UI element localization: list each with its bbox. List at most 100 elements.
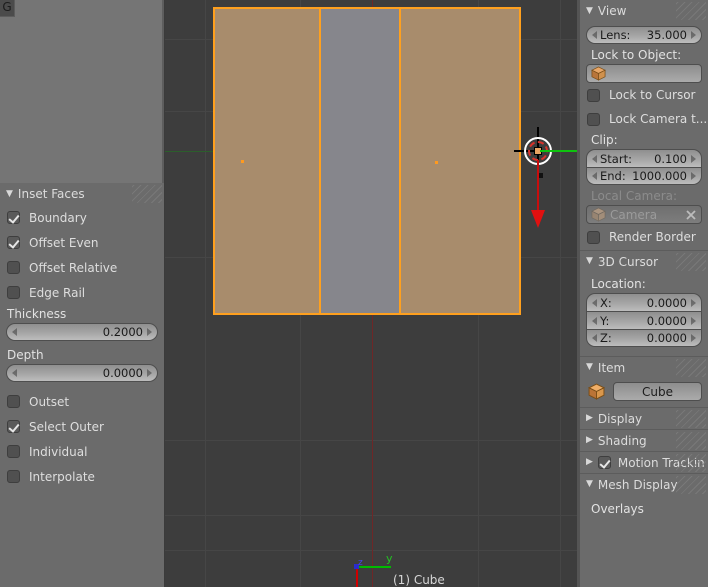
chevron-down-icon: ▼ [586, 479, 593, 489]
panel-title: View [597, 4, 627, 18]
checkbox-individual[interactable] [7, 445, 20, 458]
cursor-y-label: Y: [600, 313, 610, 328]
checkbox-outset[interactable] [7, 395, 20, 408]
cube-mesh[interactable] [213, 7, 521, 315]
location-label: Location: [591, 277, 646, 291]
checkbox-row-edge-rail[interactable]: Edge Rail [0, 280, 164, 305]
cursor-y-field[interactable]: Y: 0.0000 [586, 311, 702, 329]
clip-end-value: 1000.000 [632, 169, 687, 183]
cube-icon [591, 66, 606, 81]
thickness-label: Thickness [7, 307, 67, 321]
checkbox-row-offset-even[interactable]: Offset Even [0, 230, 164, 255]
3d-viewport[interactable]: y z (1) Cube [165, 0, 580, 587]
gizmo-label-y: y [386, 552, 393, 565]
checkbox-row-select-outer[interactable]: Select Outer [0, 414, 164, 439]
chevron-left-icon[interactable] [592, 334, 597, 342]
checkbox-row-lock-to-cursor[interactable]: Lock to Cursor [580, 83, 708, 107]
chevron-right-icon: ▶ [586, 413, 593, 423]
checkbox-select-outer[interactable] [7, 420, 20, 433]
checkbox-label: Boundary [29, 210, 87, 225]
chevron-left-icon[interactable] [592, 316, 597, 325]
panel-header-item[interactable]: ▼ Item [580, 356, 708, 378]
lock-to-object-label: Lock to Object: [591, 48, 682, 62]
close-icon[interactable] [685, 209, 697, 221]
chevron-left-icon[interactable] [592, 154, 597, 163]
checkbox-row-boundary[interactable]: Boundary [0, 205, 164, 230]
thickness-slider[interactable]: 0.2000 [6, 323, 158, 341]
checkbox-lock-camera[interactable] [587, 112, 600, 126]
checkbox-label: Render Border [609, 230, 696, 244]
panel-header-motion-tracking[interactable]: ▶ Motion Trackin [580, 451, 708, 473]
cursor-x-field[interactable]: X: 0.0000 [586, 293, 702, 311]
checkbox-offset-even[interactable] [7, 236, 20, 249]
checkbox-label: Interpolate [29, 469, 95, 484]
chevron-right-icon[interactable] [147, 328, 152, 336]
cursor-z-value: 0.0000 [646, 331, 687, 345]
checkbox-label: Lock Camera t... [609, 112, 708, 126]
toolbar-empty-area [4, 4, 164, 182]
cursor-x-value: 0.0000 [646, 295, 687, 310]
local-camera-field[interactable]: Camera [586, 205, 702, 224]
chevron-left-icon[interactable] [12, 369, 17, 377]
grid-line [560, 0, 561, 587]
chevron-down-icon: ▼ [586, 362, 593, 372]
checkbox-row-lock-camera[interactable]: Lock Camera t... [580, 107, 708, 131]
panel-header-mesh-display[interactable]: ▼ Mesh Display [580, 473, 708, 495]
checkbox-offset-relative[interactable] [7, 261, 20, 274]
checkbox-interpolate[interactable] [7, 470, 20, 483]
panel-grip-icon [676, 410, 706, 428]
clip-start-field[interactable]: Start: 0.100 [586, 149, 702, 167]
chevron-right-icon[interactable] [691, 316, 696, 325]
checkbox-render-border[interactable] [587, 230, 600, 244]
chevron-right-icon[interactable] [691, 31, 696, 39]
clip-start-value: 0.100 [654, 151, 687, 166]
checkbox-lock-to-cursor[interactable] [587, 88, 600, 102]
depth-slider[interactable]: 0.0000 [6, 364, 158, 382]
checkbox-row-interpolate[interactable]: Interpolate [0, 464, 164, 489]
chevron-left-icon[interactable] [12, 328, 17, 336]
object-name-value: Cube [642, 384, 673, 399]
checkbox-row-outset[interactable]: Outset [0, 389, 164, 414]
cursor-z-field[interactable]: Z: 0.0000 [586, 329, 702, 347]
panel-header-view[interactable]: ▼ View [580, 0, 708, 22]
gizmo-label-z: z [358, 558, 363, 568]
chevron-right-icon[interactable] [691, 298, 696, 307]
chevron-right-icon[interactable] [691, 172, 696, 180]
clip-label: Clip: [591, 133, 618, 147]
checkbox-boundary[interactable] [7, 211, 20, 224]
chevron-left-icon[interactable] [592, 298, 597, 307]
chevron-left-icon[interactable] [592, 172, 597, 180]
chevron-right-icon: ▶ [586, 435, 593, 445]
corner-editor-type-icon[interactable]: G [0, 0, 15, 17]
chevron-right-icon[interactable] [147, 369, 152, 377]
lens-field[interactable]: Lens: 35.000 [586, 26, 702, 44]
clip-end-field[interactable]: End: 1000.000 [586, 167, 702, 185]
panel-header-display[interactable]: ▶ Display [580, 407, 708, 429]
chevron-left-icon[interactable] [592, 31, 597, 39]
panel-title: Motion Trackin [617, 455, 705, 470]
grid-line [205, 0, 206, 587]
panel-grip-icon [676, 359, 706, 377]
panel-header-shading[interactable]: ▶ Shading [580, 429, 708, 451]
chevron-right-icon[interactable] [691, 334, 696, 342]
manipulator-arrow-z-shaft[interactable] [537, 160, 539, 216]
panel-grip-icon [676, 476, 706, 494]
panel-header-inset-faces[interactable]: ▼ Inset Faces [0, 183, 164, 205]
lock-to-object-field[interactable] [586, 64, 702, 83]
checkbox-row-render-border[interactable]: Render Border [580, 224, 708, 250]
checkbox-label: Offset Even [29, 235, 99, 250]
checkbox-row-offset-relative[interactable]: Offset Relative [0, 255, 164, 280]
face-center-dot [241, 160, 244, 163]
checkbox-row-individual[interactable]: Individual [0, 439, 164, 464]
checkbox-label: Select Outer [29, 419, 104, 434]
gizmo-axis-z [356, 567, 358, 587]
panel-header-3d-cursor[interactable]: ▼ 3D Cursor [580, 250, 708, 272]
manipulator-arrow-y-shaft[interactable] [540, 150, 580, 152]
viewport-object-label: (1) Cube [393, 573, 445, 587]
chevron-right-icon[interactable] [691, 154, 696, 163]
manipulator-arrow-z-head[interactable] [531, 210, 545, 228]
panel-grip-icon [676, 432, 706, 450]
checkbox-edge-rail[interactable] [7, 286, 20, 299]
object-name-field[interactable]: Cube [613, 382, 702, 401]
checkbox-motion-tracking[interactable] [597, 456, 611, 469]
